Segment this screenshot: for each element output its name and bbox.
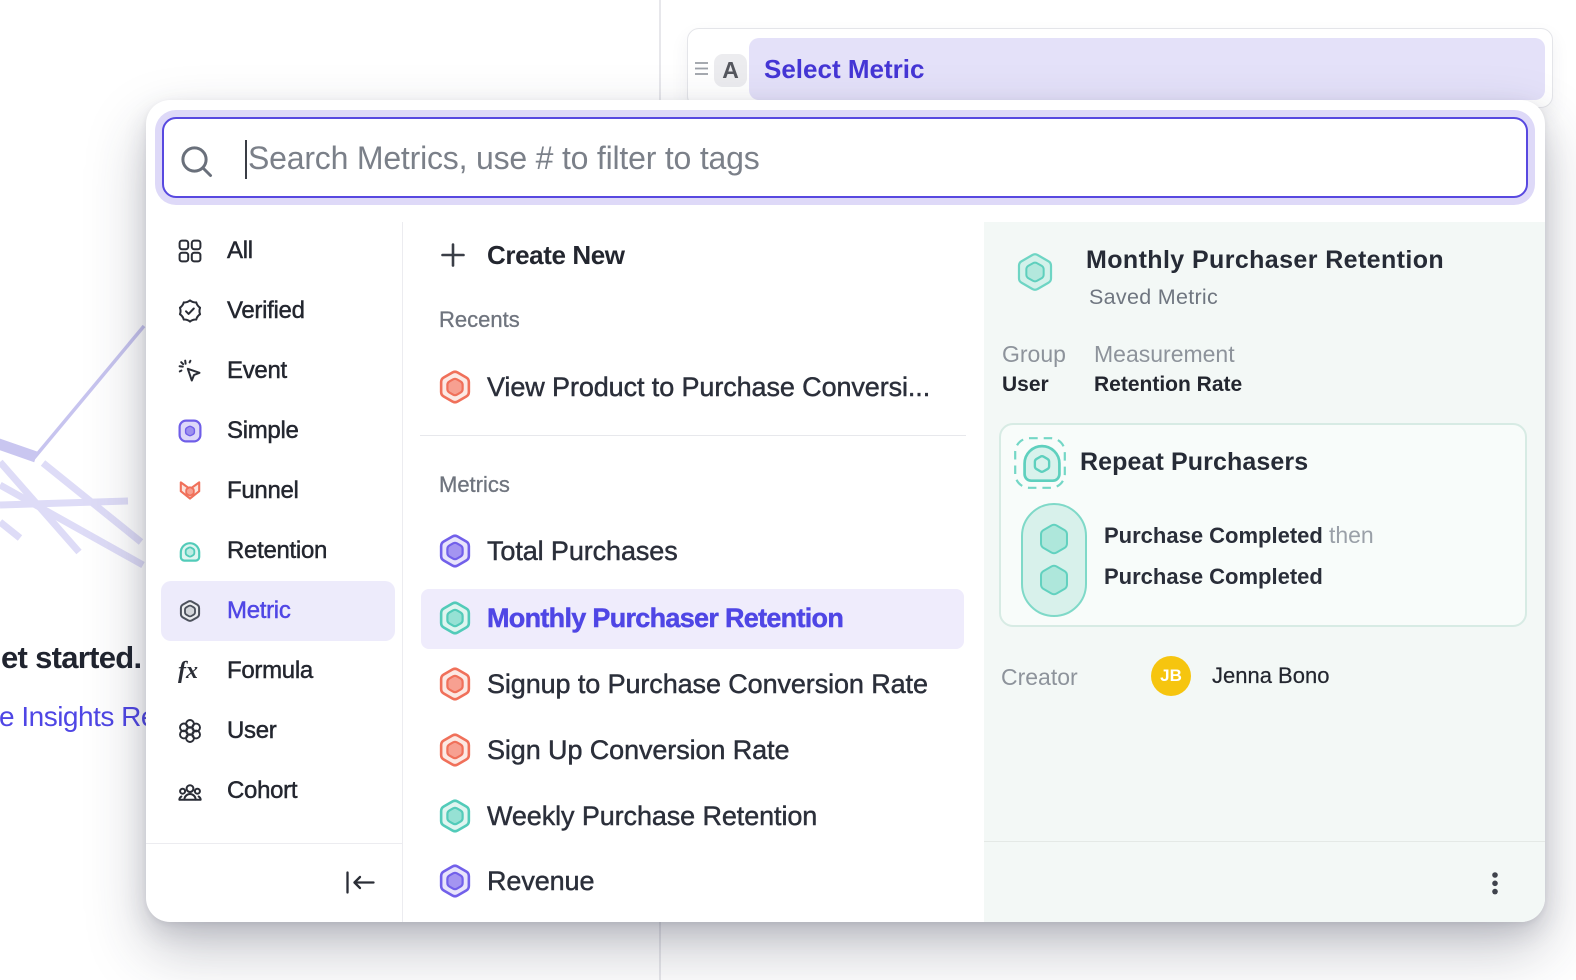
svg-text:fx: fx bbox=[178, 659, 198, 683]
